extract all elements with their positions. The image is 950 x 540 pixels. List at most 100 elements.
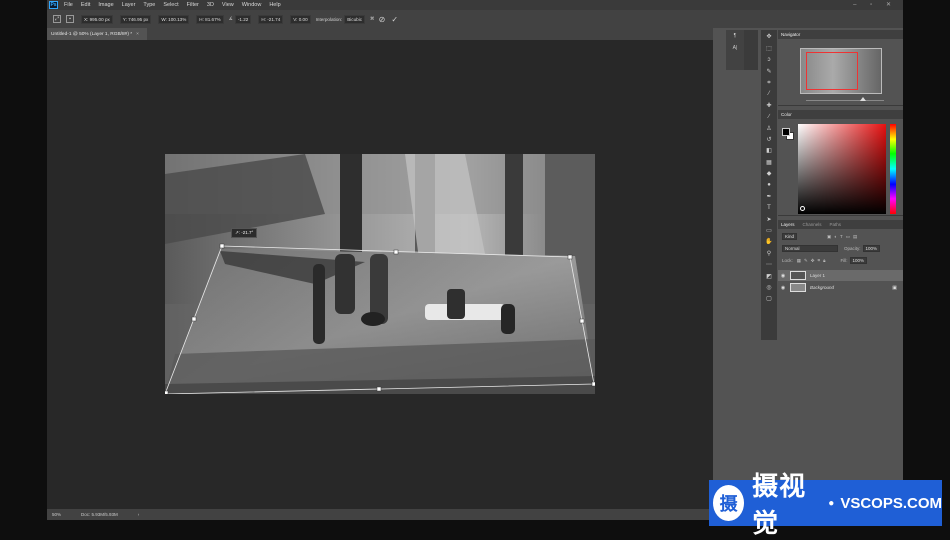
- layer-row-background[interactable]: ◉ Background ▣: [778, 282, 903, 293]
- navigator-zoom-thumb[interactable]: [860, 97, 866, 101]
- healing-brush-icon[interactable]: ✚: [764, 102, 774, 110]
- transform-handle-tl[interactable]: [219, 243, 225, 249]
- hskew-field[interactable]: H: -21.74: [256, 14, 284, 24]
- tab-paths[interactable]: Paths: [830, 222, 842, 227]
- menu-type[interactable]: Type: [143, 2, 155, 8]
- more-tools-icon[interactable]: ⋯: [764, 261, 774, 269]
- transform-handle-ml[interactable]: [191, 316, 197, 322]
- blend-row: Normal Opacity: 100%: [782, 245, 881, 252]
- history-brush-icon[interactable]: ↺: [764, 136, 774, 144]
- gradient-tool-icon[interactable]: ▦: [764, 159, 774, 167]
- tab-layers[interactable]: Layers: [781, 222, 795, 227]
- navigator-header: Navigator: [778, 30, 903, 39]
- status-bar: 50% Doc: 5.93M/5.93M ›: [47, 509, 713, 520]
- type-tool-icon[interactable]: T: [764, 204, 774, 212]
- menu-image[interactable]: Image: [98, 2, 113, 8]
- layers-header: Layers Channels Paths: [778, 220, 903, 229]
- hue-slider[interactable]: [890, 124, 896, 214]
- menu-file[interactable]: File: [64, 2, 73, 8]
- height-field[interactable]: H: 81.67%: [194, 14, 224, 24]
- transform-handle-bl[interactable]: [165, 390, 169, 394]
- layer-name: Background: [810, 285, 835, 290]
- lasso-tool-icon[interactable]: ↄ: [764, 56, 774, 64]
- clone-stamp-icon[interactable]: ♙: [764, 125, 774, 133]
- commit-transform-icon[interactable]: ✓: [391, 15, 398, 24]
- reference-point-icon[interactable]: ▪: [66, 15, 74, 23]
- eraser-tool-icon[interactable]: ◧: [764, 147, 774, 155]
- navigator-view-box[interactable]: [806, 52, 858, 90]
- warp-icon[interactable]: ⌘: [370, 16, 375, 22]
- hand-tool-icon[interactable]: ✋: [764, 238, 774, 246]
- screen-mode-icon[interactable]: ▢: [764, 295, 774, 303]
- quick-mask-icon[interactable]: ◎: [764, 284, 774, 292]
- tab-color[interactable]: Color: [781, 112, 792, 117]
- menu-window[interactable]: Window: [242, 2, 262, 8]
- fill-input[interactable]: 100%: [849, 257, 868, 264]
- angle-field[interactable]: ∡ -1.22: [229, 14, 252, 24]
- document-canvas[interactable]: ↗: -21.7°: [165, 154, 595, 394]
- path-select-icon[interactable]: ➤: [764, 216, 774, 224]
- pen-tool-icon[interactable]: ✒: [764, 193, 774, 201]
- blur-tool-icon[interactable]: ◆: [764, 170, 774, 178]
- transform-tool-icon[interactable]: ⤢: [53, 15, 61, 23]
- character-panel-icon[interactable]: A|: [728, 45, 742, 54]
- lock-icons[interactable]: ▦✎✥⌗🔒︎: [797, 258, 829, 264]
- layer-filter-row: Kind ▣◐T▭▤: [782, 233, 860, 240]
- menu-view[interactable]: View: [222, 2, 234, 8]
- visibility-eye-icon[interactable]: ◉: [778, 273, 788, 279]
- menu-edit[interactable]: Edit: [81, 2, 90, 8]
- eyedropper-tool-icon[interactable]: ⁄: [764, 90, 774, 98]
- transform-handle-tm[interactable]: [393, 249, 399, 255]
- transform-handle-br[interactable]: [591, 381, 595, 387]
- tab-channels[interactable]: Channels: [803, 222, 822, 227]
- brush-tool-icon[interactable]: ∕: [764, 113, 774, 121]
- opacity-input[interactable]: 100%: [862, 245, 881, 252]
- color-header: Color: [778, 110, 903, 119]
- transform-handle-tr[interactable]: [567, 254, 573, 260]
- menu-select[interactable]: Select: [163, 2, 178, 8]
- document-tab[interactable]: Untitled-1 @ 50% (Layer 1, RGB/8#) * ×: [47, 28, 147, 40]
- color-swatches-icon[interactable]: ◩: [764, 273, 774, 281]
- x-field[interactable]: X: 995.00 px: [79, 14, 113, 24]
- panel-collapse-strip[interactable]: [744, 30, 758, 70]
- menu-layer[interactable]: Layer: [122, 2, 136, 8]
- color-picker-marker[interactable]: [800, 206, 805, 211]
- close-tab-icon[interactable]: ×: [136, 32, 139, 37]
- doc-size: Doc: 5.93M/5.93M: [81, 512, 118, 517]
- transform-handle-bm[interactable]: [376, 386, 382, 392]
- transform-handle-mr[interactable]: [579, 318, 585, 324]
- interpolation-select[interactable]: Interpolation: Bicubic: [316, 14, 366, 24]
- y-field[interactable]: Y: 746.95 px: [118, 14, 152, 24]
- width-field[interactable]: W: 100.13%: [156, 14, 190, 24]
- layer-kind-select[interactable]: Kind: [782, 233, 798, 240]
- photoshop-window: Ps File Edit Image Layer Type Select Fil…: [47, 0, 903, 520]
- skew-readout-tooltip: ↗: -21.7°: [231, 228, 258, 238]
- status-arrow-icon[interactable]: ›: [138, 512, 140, 517]
- window-controls[interactable]: – ▫ ✕: [853, 1, 897, 8]
- zoom-tool-icon[interactable]: ⚲: [764, 250, 774, 258]
- menu-help[interactable]: Help: [269, 2, 280, 8]
- menu-3d[interactable]: 3D: [207, 2, 214, 8]
- zoom-readout[interactable]: 50%: [52, 512, 61, 517]
- canvas-area[interactable]: ↗: -21.7°: [47, 40, 713, 509]
- move-tool-icon[interactable]: ✥: [764, 33, 774, 41]
- tab-navigator[interactable]: Navigator: [781, 32, 800, 37]
- layer-row-layer-1[interactable]: ◉ Layer 1: [778, 270, 903, 281]
- quick-select-tool-icon[interactable]: ✎: [764, 68, 774, 76]
- paragraph-panel-icon[interactable]: ¶: [728, 33, 742, 42]
- visibility-eye-icon[interactable]: ◉: [778, 285, 788, 291]
- marquee-tool-icon[interactable]: ⬚: [764, 45, 774, 53]
- dodge-tool-icon[interactable]: ●: [764, 181, 774, 189]
- shape-tool-icon[interactable]: ▭: [764, 227, 774, 235]
- menu-filter[interactable]: Filter: [187, 2, 199, 8]
- watermark-dot: ●: [828, 497, 835, 509]
- vskew-field[interactable]: V: 0.00: [288, 14, 311, 24]
- color-field[interactable]: [798, 124, 886, 214]
- cancel-transform-icon[interactable]: ⊘: [379, 15, 386, 24]
- blend-mode-select[interactable]: Normal: [782, 245, 838, 252]
- crop-tool-icon[interactable]: ⌗: [764, 79, 774, 87]
- foreground-color-swatch[interactable]: [782, 128, 790, 136]
- transform-bounding-box[interactable]: [165, 154, 595, 394]
- filter-icons[interactable]: ▣◐T▭▤: [827, 234, 860, 240]
- navigator-zoom-slider[interactable]: [806, 100, 884, 101]
